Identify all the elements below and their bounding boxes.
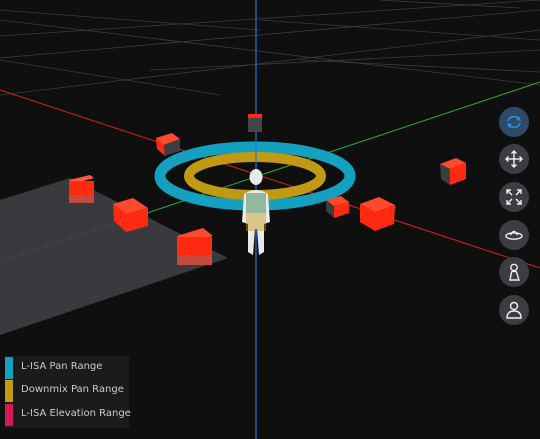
expand-corners-icon <box>506 189 522 205</box>
top-view-button[interactable] <box>499 220 529 250</box>
pan-move-button[interactable] <box>499 144 529 174</box>
source-cube-top[interactable] <box>248 114 262 132</box>
source-cube-right-near[interactable] <box>360 197 395 231</box>
source-cube-left-upper[interactable] <box>156 133 180 156</box>
listener-front-button[interactable] <box>499 295 529 325</box>
listener-side-icon <box>509 263 520 281</box>
source-cube-left-mid[interactable] <box>69 175 94 203</box>
legend-item-elevation-range: L-ISA Elevation Range <box>5 404 131 426</box>
fit-view-button[interactable] <box>499 182 529 212</box>
legend-label-pan: L-ISA Pan Range <box>21 361 103 372</box>
source-cube-front[interactable] <box>177 228 213 265</box>
legend-swatch-downmix <box>5 380 13 402</box>
3d-viewport[interactable]: L-ISA Pan Range Downmix Pan Range L-ISA … <box>0 0 540 439</box>
listener-side-button[interactable] <box>499 257 529 287</box>
orbit-toggle-button[interactable] <box>499 107 529 137</box>
floor-grid <box>0 0 540 96</box>
legend-swatch-pan <box>5 357 13 379</box>
source-cube-center-right[interactable] <box>326 196 349 218</box>
orbit-arrows-icon <box>507 115 521 129</box>
legend-label-downmix: Downmix Pan Range <box>21 384 124 395</box>
range-legend: L-ISA Pan Range Downmix Pan Range L-ISA … <box>5 356 131 428</box>
move-arrows-icon <box>505 150 523 168</box>
legend-item-pan-range: L-ISA Pan Range <box>5 357 129 379</box>
legend-item-downmix-range: Downmix Pan Range <box>5 380 129 402</box>
legend-swatch-elevation <box>5 404 13 426</box>
source-cube-right-far[interactable] <box>440 158 466 185</box>
legend-label-elevation: L-ISA Elevation Range <box>21 408 131 419</box>
eye-ring-icon <box>505 230 523 240</box>
listener-front-icon <box>506 301 522 319</box>
